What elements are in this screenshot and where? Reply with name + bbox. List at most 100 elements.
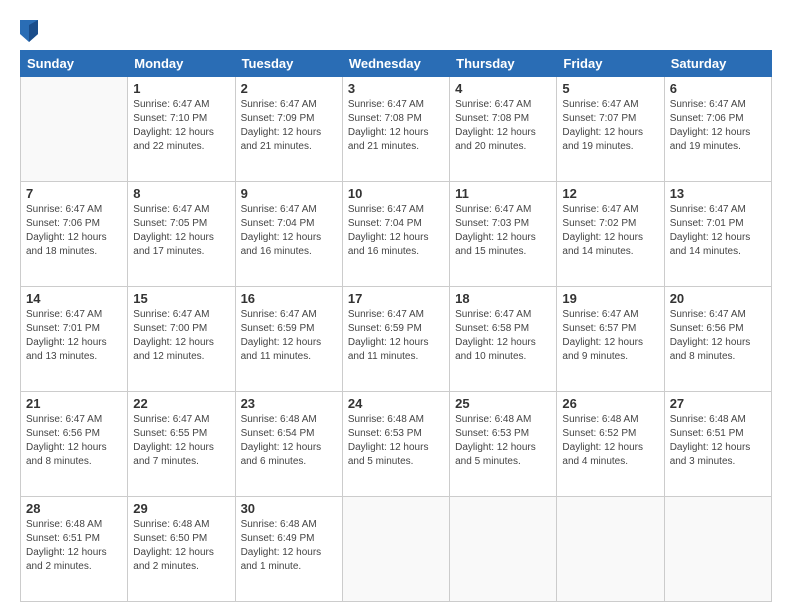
day-number: 20 (670, 291, 766, 306)
day-info: Sunrise: 6:48 AM Sunset: 6:53 PM Dayligh… (348, 413, 444, 469)
day-number: 8 (133, 186, 229, 201)
day-number: 30 (241, 501, 337, 516)
logo-icon (20, 20, 38, 42)
day-info: Sunrise: 6:47 AM Sunset: 7:03 PM Dayligh… (455, 203, 551, 259)
day-info: Sunrise: 6:47 AM Sunset: 7:08 PM Dayligh… (348, 98, 444, 154)
day-number: 14 (26, 291, 122, 306)
header (20, 16, 772, 42)
day-number: 27 (670, 396, 766, 411)
day-cell: 27 Sunrise: 6:48 AM Sunset: 6:51 PM Dayli… (664, 392, 771, 497)
week-row-5: 28 Sunrise: 6:48 AM Sunset: 6:51 PM Dayli… (21, 497, 772, 602)
day-number: 5 (562, 81, 658, 96)
day-cell: 16 Sunrise: 6:47 AM Sunset: 6:59 PM Dayli… (235, 287, 342, 392)
day-info: Sunrise: 6:47 AM Sunset: 7:01 PM Dayligh… (26, 308, 122, 364)
day-cell: 21 Sunrise: 6:47 AM Sunset: 6:56 PM Dayli… (21, 392, 128, 497)
day-cell: 1 Sunrise: 6:47 AM Sunset: 7:10 PM Daylig… (128, 77, 235, 182)
day-cell (664, 497, 771, 602)
day-cell: 28 Sunrise: 6:48 AM Sunset: 6:51 PM Dayli… (21, 497, 128, 602)
day-cell: 11Sunrise: 6:47 AM Sunset: 7:03 PM Dayli… (450, 182, 557, 287)
day-cell: 17 Sunrise: 6:47 AM Sunset: 6:59 PM Dayli… (342, 287, 449, 392)
week-row-1: 1 Sunrise: 6:47 AM Sunset: 7:10 PM Daylig… (21, 77, 772, 182)
day-cell: 19 Sunrise: 6:47 AM Sunset: 6:57 PM Dayli… (557, 287, 664, 392)
day-cell (450, 497, 557, 602)
day-cell: 29Sunrise: 6:48 AM Sunset: 6:50 PM Dayli… (128, 497, 235, 602)
logo (20, 20, 40, 42)
day-number: 12 (562, 186, 658, 201)
day-number: 3 (348, 81, 444, 96)
day-cell: 4 Sunrise: 6:47 AM Sunset: 7:08 PM Daylig… (450, 77, 557, 182)
day-number: 2 (241, 81, 337, 96)
day-cell: 25 Sunrise: 6:48 AM Sunset: 6:53 PM Dayli… (450, 392, 557, 497)
day-info: Sunrise: 6:47 AM Sunset: 7:01 PM Dayligh… (670, 203, 766, 259)
day-number: 19 (562, 291, 658, 306)
weekday-thursday: Thursday (450, 51, 557, 77)
day-number: 18 (455, 291, 551, 306)
day-info: Sunrise: 6:47 AM Sunset: 6:59 PM Dayligh… (348, 308, 444, 364)
day-info: Sunrise: 6:47 AM Sunset: 7:10 PM Dayligh… (133, 98, 229, 154)
day-info: Sunrise: 6:48 AM Sunset: 6:51 PM Dayligh… (670, 413, 766, 469)
day-cell (342, 497, 449, 602)
day-info: Sunrise: 6:47 AM Sunset: 6:55 PM Dayligh… (133, 413, 229, 469)
day-cell: 23 Sunrise: 6:48 AM Sunset: 6:54 PM Dayli… (235, 392, 342, 497)
day-number: 6 (670, 81, 766, 96)
day-info: Sunrise: 6:47 AM Sunset: 7:04 PM Dayligh… (348, 203, 444, 259)
weekday-sunday: Sunday (21, 51, 128, 77)
day-info: Sunrise: 6:47 AM Sunset: 7:00 PM Dayligh… (133, 308, 229, 364)
day-number: 15 (133, 291, 229, 306)
day-info: Sunrise: 6:47 AM Sunset: 6:56 PM Dayligh… (670, 308, 766, 364)
day-number: 13 (670, 186, 766, 201)
day-cell: 3 Sunrise: 6:47 AM Sunset: 7:08 PM Daylig… (342, 77, 449, 182)
day-info: Sunrise: 6:48 AM Sunset: 6:51 PM Dayligh… (26, 518, 122, 574)
day-number: 24 (348, 396, 444, 411)
day-number: 25 (455, 396, 551, 411)
day-info: Sunrise: 6:47 AM Sunset: 6:58 PM Dayligh… (455, 308, 551, 364)
day-cell: 20 Sunrise: 6:47 AM Sunset: 6:56 PM Dayli… (664, 287, 771, 392)
day-info: Sunrise: 6:47 AM Sunset: 6:59 PM Dayligh… (241, 308, 337, 364)
day-info: Sunrise: 6:47 AM Sunset: 7:04 PM Dayligh… (241, 203, 337, 259)
day-number: 23 (241, 396, 337, 411)
weekday-tuesday: Tuesday (235, 51, 342, 77)
day-number: 16 (241, 291, 337, 306)
day-info: Sunrise: 6:48 AM Sunset: 6:53 PM Dayligh… (455, 413, 551, 469)
day-cell: 15 Sunrise: 6:47 AM Sunset: 7:00 PM Dayli… (128, 287, 235, 392)
weekday-friday: Friday (557, 51, 664, 77)
day-number: 28 (26, 501, 122, 516)
day-number: 17 (348, 291, 444, 306)
day-cell (557, 497, 664, 602)
day-number: 10 (348, 186, 444, 201)
day-info: Sunrise: 6:47 AM Sunset: 6:56 PM Dayligh… (26, 413, 122, 469)
day-info: Sunrise: 6:47 AM Sunset: 7:08 PM Dayligh… (455, 98, 551, 154)
week-row-4: 21 Sunrise: 6:47 AM Sunset: 6:56 PM Dayli… (21, 392, 772, 497)
week-row-2: 7 Sunrise: 6:47 AM Sunset: 7:06 PM Daylig… (21, 182, 772, 287)
calendar-table: SundayMondayTuesdayWednesdayThursdayFrid… (20, 50, 772, 602)
day-info: Sunrise: 6:47 AM Sunset: 7:09 PM Dayligh… (241, 98, 337, 154)
day-cell: 24 Sunrise: 6:48 AM Sunset: 6:53 PM Dayli… (342, 392, 449, 497)
day-info: Sunrise: 6:48 AM Sunset: 6:52 PM Dayligh… (562, 413, 658, 469)
day-info: Sunrise: 6:47 AM Sunset: 7:07 PM Dayligh… (562, 98, 658, 154)
day-info: Sunrise: 6:47 AM Sunset: 7:06 PM Dayligh… (26, 203, 122, 259)
day-cell: 8 Sunrise: 6:47 AM Sunset: 7:05 PM Daylig… (128, 182, 235, 287)
day-number: 1 (133, 81, 229, 96)
weekday-saturday: Saturday (664, 51, 771, 77)
day-cell: 14 Sunrise: 6:47 AM Sunset: 7:01 PM Dayli… (21, 287, 128, 392)
day-number: 26 (562, 396, 658, 411)
day-cell (21, 77, 128, 182)
day-info: Sunrise: 6:47 AM Sunset: 7:06 PM Dayligh… (670, 98, 766, 154)
day-info: Sunrise: 6:47 AM Sunset: 6:57 PM Dayligh… (562, 308, 658, 364)
day-cell: 6 Sunrise: 6:47 AM Sunset: 7:06 PM Daylig… (664, 77, 771, 182)
day-info: Sunrise: 6:48 AM Sunset: 6:54 PM Dayligh… (241, 413, 337, 469)
weekday-monday: Monday (128, 51, 235, 77)
day-cell: 7 Sunrise: 6:47 AM Sunset: 7:06 PM Daylig… (21, 182, 128, 287)
day-cell: 30Sunrise: 6:48 AM Sunset: 6:49 PM Dayli… (235, 497, 342, 602)
week-row-3: 14 Sunrise: 6:47 AM Sunset: 7:01 PM Dayli… (21, 287, 772, 392)
day-number: 22 (133, 396, 229, 411)
day-number: 9 (241, 186, 337, 201)
weekday-header-row: SundayMondayTuesdayWednesdayThursdayFrid… (21, 51, 772, 77)
day-cell: 5 Sunrise: 6:47 AM Sunset: 7:07 PM Daylig… (557, 77, 664, 182)
day-number: 21 (26, 396, 122, 411)
day-info: Sunrise: 6:47 AM Sunset: 7:05 PM Dayligh… (133, 203, 229, 259)
day-cell: 9 Sunrise: 6:47 AM Sunset: 7:04 PM Daylig… (235, 182, 342, 287)
day-number: 4 (455, 81, 551, 96)
day-number: 7 (26, 186, 122, 201)
day-cell: 2 Sunrise: 6:47 AM Sunset: 7:09 PM Daylig… (235, 77, 342, 182)
